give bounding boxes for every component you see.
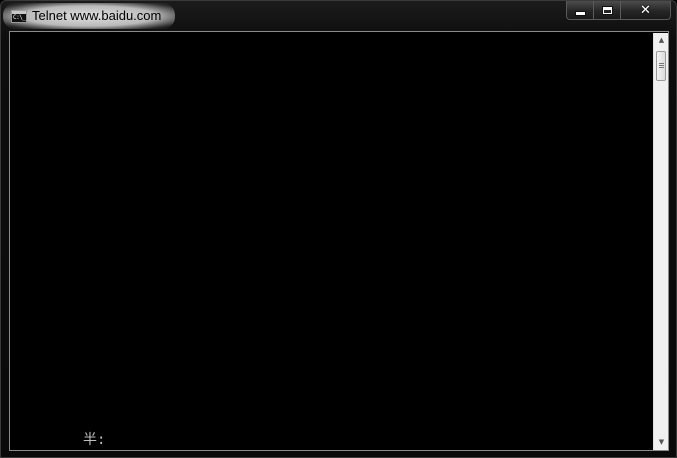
grip-line bbox=[659, 63, 664, 64]
window-title: Telnet www.baidu.com bbox=[32, 8, 162, 23]
telnet-window: C:\_ Telnet www.baidu.com ✕ 半: ▲ ▼ bbox=[0, 0, 677, 458]
minimize-icon bbox=[575, 11, 585, 15]
console-output[interactable]: 半: bbox=[11, 33, 653, 450]
window-controls: ✕ bbox=[566, 1, 671, 21]
console-frame: 半: ▲ ▼ bbox=[9, 31, 669, 451]
console-icon-glyph: C:\_ bbox=[13, 14, 26, 21]
console-icon[interactable]: C:\_ bbox=[11, 10, 27, 23]
title-bar[interactable]: C:\_ Telnet www.baidu.com ✕ bbox=[1, 1, 676, 31]
scroll-up-button[interactable]: ▲ bbox=[654, 33, 669, 48]
arrow-down-icon: ▼ bbox=[658, 438, 665, 446]
close-button[interactable]: ✕ bbox=[621, 1, 671, 20]
grip-line bbox=[659, 65, 664, 66]
vertical-scrollbar[interactable]: ▲ ▼ bbox=[653, 33, 668, 450]
close-icon: ✕ bbox=[640, 2, 651, 18]
scroll-thumb[interactable] bbox=[656, 51, 666, 81]
grip-line bbox=[659, 67, 664, 68]
console-line: 半: bbox=[83, 432, 106, 448]
scroll-down-button[interactable]: ▼ bbox=[654, 435, 669, 450]
minimize-button[interactable] bbox=[566, 1, 594, 20]
arrow-up-icon: ▲ bbox=[658, 36, 665, 44]
maximize-button[interactable] bbox=[594, 1, 621, 20]
maximize-icon bbox=[602, 6, 612, 14]
